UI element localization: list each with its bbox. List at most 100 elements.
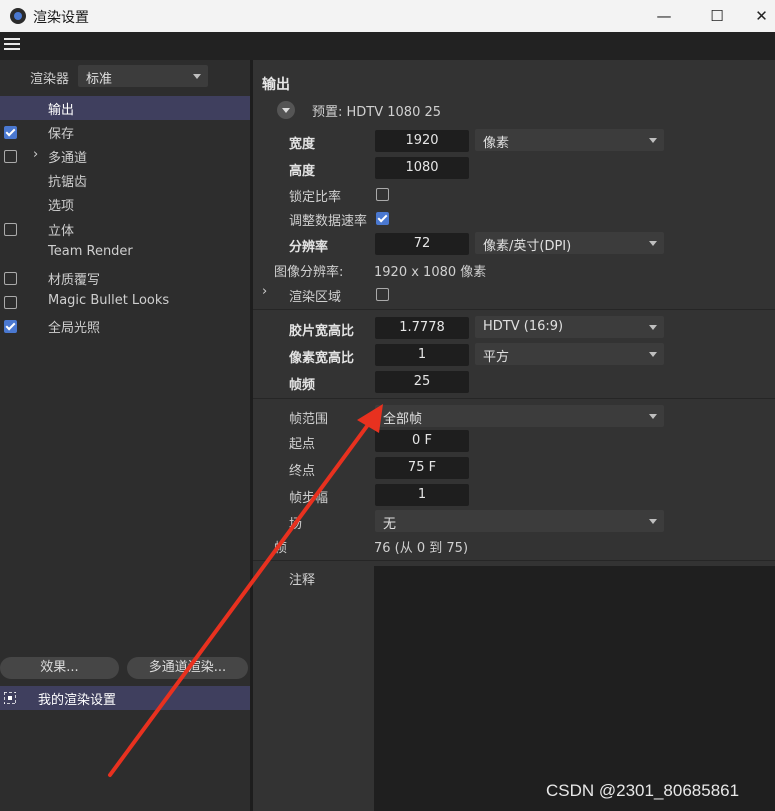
fields-label: 场 [289, 517, 303, 532]
sidebar-item-label: 多通道 [48, 151, 88, 166]
sidebar-item-label: 选项 [48, 199, 75, 214]
sidebar-item-multipass[interactable]: › 多通道 [0, 144, 250, 168]
magic-bullet-checkbox[interactable] [4, 296, 17, 309]
sidebar-item-output[interactable]: 输出 [0, 96, 250, 120]
menu-bar [0, 32, 775, 60]
section-title: 输出 [262, 77, 290, 93]
renderer-label: 渲染器 [30, 72, 70, 87]
stereo-checkbox[interactable] [4, 223, 17, 236]
window-title: 渲染设置 [33, 10, 89, 26]
pixel-aspect-dropdown[interactable]: 平方 [475, 343, 664, 365]
frame-step-field[interactable]: 1 [375, 484, 469, 506]
sidebar-item-label: Magic Bullet Looks [48, 293, 170, 308]
width-field[interactable]: 1920 [375, 130, 469, 152]
sidebar-item-label: 立体 [48, 224, 75, 239]
to-field[interactable]: 75 F [375, 457, 469, 479]
fps-label: 帧频 [289, 378, 316, 393]
height-label: 高度 [289, 164, 316, 179]
preset-name: 我的渲染设置 [38, 693, 117, 708]
sidebar-item-label: Team Render [48, 244, 133, 259]
sidebar-item-team-render[interactable]: Team Render [0, 241, 250, 265]
expand-arrow-icon[interactable]: › [33, 147, 38, 162]
sidebar-item-label: 材质覆写 [48, 273, 101, 288]
fields-value: 无 [383, 517, 397, 532]
cinema4d-app-icon [10, 8, 26, 24]
preset-dropdown-button[interactable] [277, 101, 295, 119]
film-aspect-preset-value: HDTV (16:9) [483, 319, 564, 334]
chevron-down-icon [649, 325, 657, 330]
image-resolution-value: 1920 x 1080 像素 [374, 265, 487, 280]
height-field[interactable]: 1080 [375, 157, 469, 179]
sidebar-item-options[interactable]: 选项 [0, 192, 250, 216]
fps-field[interactable]: 25 [375, 371, 469, 393]
effects-button[interactable]: 效果... [0, 657, 119, 679]
adapt-data-rate-label: 调整数据速率 [289, 214, 368, 229]
window-titlebar: 渲染设置 — ☐ ✕ [0, 0, 775, 32]
resolution-field[interactable]: 72 [375, 233, 469, 255]
chevron-down-icon [193, 74, 201, 79]
film-aspect-label: 胶片宽高比 [289, 324, 355, 339]
multipass-render-button[interactable]: 多通道渲染... [127, 657, 248, 679]
notes-textarea[interactable] [374, 566, 775, 811]
output-settings-panel: 输出 预置: HDTV 1080 25 宽度 1920 像素 高度 1080 锁… [253, 60, 775, 811]
material-override-checkbox[interactable] [4, 272, 17, 285]
sidebar-item-antialiasing[interactable]: 抗锯齿 [0, 168, 250, 192]
global-illumination-checkbox[interactable] [4, 320, 17, 333]
preset-label: 预置: HDTV 1080 25 [312, 105, 442, 120]
save-checkbox[interactable] [4, 126, 17, 139]
renderer-value: 标准 [86, 72, 113, 87]
pixel-aspect-preset-value: 平方 [483, 350, 510, 365]
width-unit-value: 像素 [483, 136, 510, 151]
from-field[interactable]: 0 F [375, 430, 469, 452]
image-resolution-label: 图像分辨率: [274, 265, 344, 280]
sidebar-item-magic-bullet-looks[interactable]: Magic Bullet Looks [0, 290, 250, 314]
sidebar-item-label: 保存 [48, 127, 75, 142]
resolution-unit-dropdown[interactable]: 像素/英寸(DPI) [475, 232, 664, 254]
close-button[interactable]: ✕ [748, 2, 775, 30]
resolution-label: 分辨率 [289, 240, 329, 255]
from-label: 起点 [289, 437, 316, 452]
film-aspect-dropdown[interactable]: HDTV (16:9) [475, 316, 664, 338]
divider [253, 398, 775, 399]
hamburger-menu-icon[interactable] [4, 38, 20, 52]
chevron-down-icon [649, 138, 657, 143]
minimize-button[interactable]: — [644, 2, 684, 30]
render-region-checkbox[interactable] [376, 288, 389, 301]
notes-label: 注释 [289, 573, 316, 588]
sidebar-item-label: 输出 [48, 103, 75, 118]
sidebar-item-global-illumination[interactable]: 全局光照 [0, 314, 250, 338]
maximize-button[interactable]: ☐ [697, 2, 737, 30]
sidebar-item-save[interactable]: 保存 [0, 120, 250, 144]
sidebar-item-stereo[interactable]: 立体 [0, 217, 250, 241]
pixel-aspect-field[interactable]: 1 [375, 344, 469, 366]
sidebar-item-material-override[interactable]: 材质覆写 [0, 266, 250, 290]
frame-range-value: 全部帧 [383, 412, 423, 427]
width-unit-dropdown[interactable]: 像素 [475, 129, 664, 151]
lock-ratio-checkbox[interactable] [376, 188, 389, 201]
resolution-unit-value: 像素/英寸(DPI) [483, 239, 572, 254]
frame-range-label: 帧范围 [289, 412, 329, 427]
chevron-down-icon [649, 519, 657, 524]
adapt-data-rate-checkbox[interactable] [376, 212, 389, 225]
frame-range-dropdown[interactable]: 全部帧 [375, 405, 664, 427]
render-settings-icon [4, 692, 16, 704]
chevron-down-icon [649, 352, 657, 357]
divider [253, 309, 775, 310]
divider [253, 560, 775, 561]
render-setting-preset-item[interactable]: 我的渲染设置 [0, 686, 250, 710]
settings-sidebar: 渲染器 标准 输出 保存 › 多通道 抗锯齿 选项 立体 Team Render… [0, 60, 250, 811]
fields-dropdown[interactable]: 无 [375, 510, 664, 532]
chevron-down-icon [649, 414, 657, 419]
render-region-expand-icon[interactable]: › [262, 284, 267, 299]
watermark: CSDN @2301_80685861 [546, 781, 740, 800]
frames-label: 帧 [274, 541, 288, 556]
render-region-label: 渲染区域 [289, 290, 342, 305]
to-label: 终点 [289, 464, 316, 479]
sidebar-item-label: 抗锯齿 [48, 175, 88, 190]
renderer-dropdown[interactable]: 标准 [78, 65, 208, 87]
frame-step-label: 帧步幅 [289, 491, 329, 506]
pixel-aspect-label: 像素宽高比 [289, 351, 355, 366]
chevron-down-icon [649, 241, 657, 246]
film-aspect-field[interactable]: 1.7778 [375, 317, 469, 339]
multipass-checkbox[interactable] [4, 150, 17, 163]
